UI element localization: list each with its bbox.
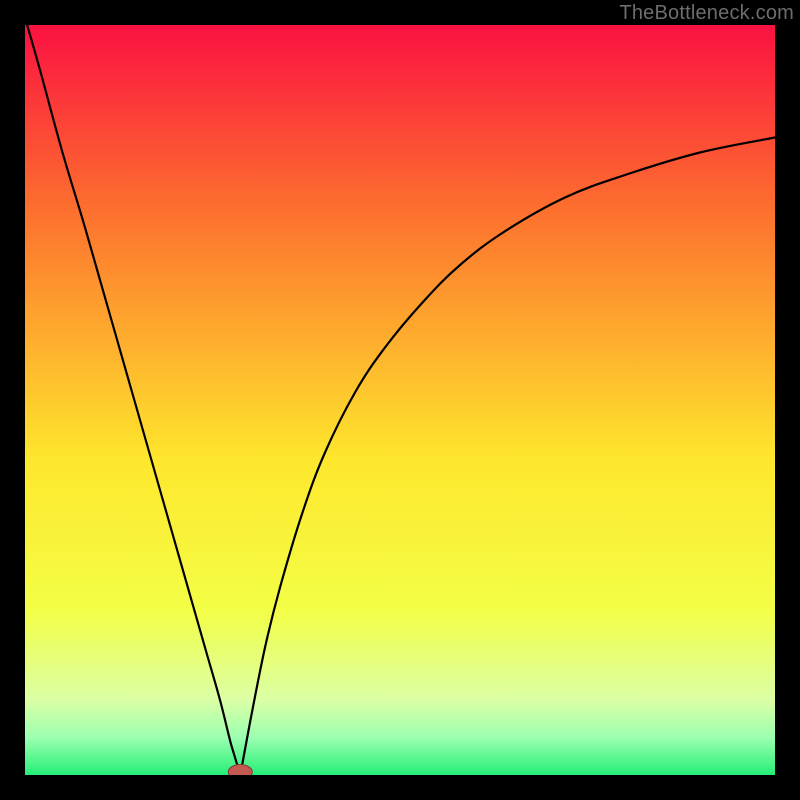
bottleneck-chart xyxy=(25,25,775,775)
watermark-text: TheBottleneck.com xyxy=(619,2,794,25)
gradient-background xyxy=(25,25,775,775)
plot-area xyxy=(25,25,775,775)
chart-frame: TheBottleneck.com xyxy=(0,0,800,800)
minimum-marker xyxy=(228,765,252,776)
